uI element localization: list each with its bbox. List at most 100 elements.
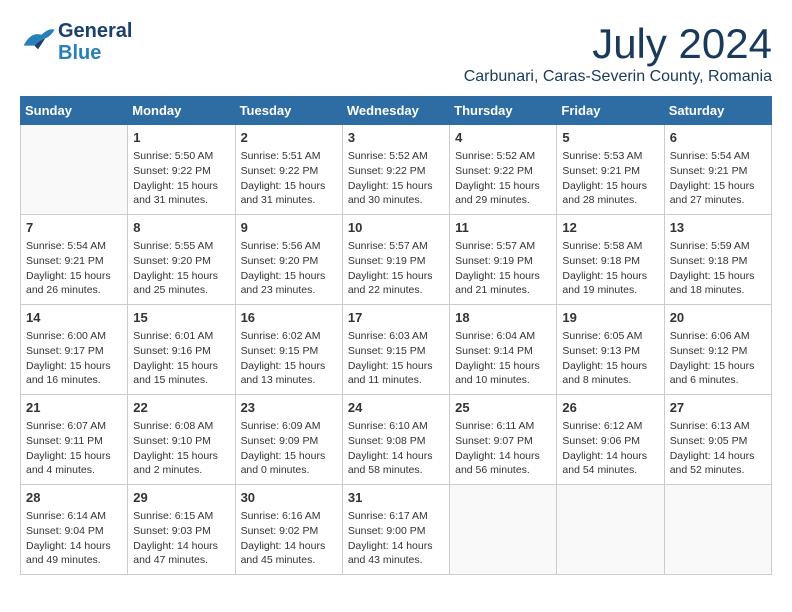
day-info-line: Sunrise: 6:03 AM	[348, 329, 444, 344]
day-info-line: Sunset: 9:13 PM	[562, 344, 658, 359]
day-info-line: Sunrise: 6:15 AM	[133, 509, 229, 524]
day-info-line: Sunrise: 6:07 AM	[26, 419, 122, 434]
day-info-line: Sunset: 9:17 PM	[26, 344, 122, 359]
calendar-cell: 20Sunrise: 6:06 AMSunset: 9:12 PMDayligh…	[664, 305, 771, 395]
day-number: 17	[348, 309, 444, 327]
calendar-cell	[557, 485, 664, 575]
day-info-line: and 16 minutes.	[26, 373, 122, 388]
day-number: 1	[133, 129, 229, 147]
day-info-line: Daylight: 15 hours	[670, 269, 766, 284]
day-number: 4	[455, 129, 551, 147]
calendar-cell: 22Sunrise: 6:08 AMSunset: 9:10 PMDayligh…	[128, 395, 235, 485]
day-info-line: and 21 minutes.	[455, 283, 551, 298]
day-info-line: and 31 minutes.	[241, 193, 337, 208]
day-info-line: Daylight: 15 hours	[241, 359, 337, 374]
day-info-line: Daylight: 15 hours	[133, 269, 229, 284]
day-info-line: Daylight: 15 hours	[241, 449, 337, 464]
day-info-line: Daylight: 15 hours	[670, 179, 766, 194]
day-info-line: Sunrise: 6:01 AM	[133, 329, 229, 344]
calendar-cell: 6Sunrise: 5:54 AMSunset: 9:21 PMDaylight…	[664, 125, 771, 215]
page-header: General Blue July 2024 Carbunari, Caras-…	[20, 20, 772, 86]
day-number: 18	[455, 309, 551, 327]
day-info-line: and 2 minutes.	[133, 463, 229, 478]
calendar-header: SundayMondayTuesdayWednesdayThursdayFrid…	[21, 97, 772, 125]
day-info-line: Sunrise: 6:06 AM	[670, 329, 766, 344]
calendar-cell: 27Sunrise: 6:13 AMSunset: 9:05 PMDayligh…	[664, 395, 771, 485]
day-info-line: Daylight: 15 hours	[133, 359, 229, 374]
day-info-line: and 54 minutes.	[562, 463, 658, 478]
day-info-line: and 23 minutes.	[241, 283, 337, 298]
day-info-line: and 45 minutes.	[241, 553, 337, 568]
day-info-line: Daylight: 15 hours	[348, 179, 444, 194]
calendar-cell: 10Sunrise: 5:57 AMSunset: 9:19 PMDayligh…	[342, 215, 449, 305]
day-info-line: Sunset: 9:22 PM	[133, 164, 229, 179]
day-info-line: Sunrise: 6:09 AM	[241, 419, 337, 434]
day-info-line: Sunset: 9:22 PM	[241, 164, 337, 179]
calendar-week-3: 14 Sunrise: 6:00 AMSunset: 9:17 PM Dayligh…	[21, 305, 772, 395]
day-number: 20	[670, 309, 766, 327]
calendar-cell: 18Sunrise: 6:04 AMSunset: 9:14 PMDayligh…	[450, 305, 557, 395]
calendar-week-2: 7Sunrise: 5:54 AMSunset: 9:21 PMDaylight…	[21, 215, 772, 305]
day-number: 15	[133, 309, 229, 327]
day-number: 19	[562, 309, 658, 327]
day-info-line: Daylight: 15 hours	[26, 269, 122, 284]
day-info-line: Daylight: 14 hours	[26, 539, 122, 554]
calendar-body: 1Sunrise: 5:50 AMSunset: 9:22 PMDaylight…	[21, 125, 772, 575]
day-info-line: Sunrise: 6:16 AM	[241, 509, 337, 524]
day-info-line: Sunrise: 5:50 AM	[133, 149, 229, 164]
calendar-cell: 3Sunrise: 5:52 AMSunset: 9:22 PMDaylight…	[342, 125, 449, 215]
day-info-line: Sunrise: 6:10 AM	[348, 419, 444, 434]
day-info-line: Daylight: 15 hours	[562, 359, 658, 374]
day-info-line: Daylight: 15 hours	[133, 449, 229, 464]
day-info-line: Sunrise: 5:59 AM	[670, 239, 766, 254]
day-info-line: Sunrise: 6:00 AM	[26, 329, 122, 344]
calendar-cell: 25Sunrise: 6:11 AMSunset: 9:07 PMDayligh…	[450, 395, 557, 485]
day-info-line: Sunrise: 6:12 AM	[562, 419, 658, 434]
day-info-line: Sunset: 9:18 PM	[562, 254, 658, 269]
weekday-header-row: SundayMondayTuesdayWednesdayThursdayFrid…	[21, 97, 772, 125]
day-info-line: Sunrise: 5:58 AM	[562, 239, 658, 254]
day-number: 12	[562, 219, 658, 237]
day-number: 5	[562, 129, 658, 147]
logo-bird-icon	[20, 24, 56, 60]
day-info-line: Daylight: 15 hours	[670, 359, 766, 374]
day-info-line: Sunset: 9:10 PM	[133, 434, 229, 449]
day-info-line: Sunset: 9:02 PM	[241, 524, 337, 539]
day-info-line: and 47 minutes.	[133, 553, 229, 568]
calendar-cell: 12Sunrise: 5:58 AMSunset: 9:18 PMDayligh…	[557, 215, 664, 305]
day-number: 14	[26, 309, 122, 327]
day-info-line: Sunset: 9:11 PM	[26, 434, 122, 449]
day-number: 6	[670, 129, 766, 147]
day-info-line: and 0 minutes.	[241, 463, 337, 478]
calendar-cell	[450, 485, 557, 575]
calendar-cell: 14Sunrise: 6:00 AMSunset: 9:17 PMDayligh…	[21, 305, 128, 395]
day-info-line: Daylight: 15 hours	[26, 449, 122, 464]
calendar-cell: 7Sunrise: 5:54 AMSunset: 9:21 PMDaylight…	[21, 215, 128, 305]
day-info-line: Sunrise: 5:53 AM	[562, 149, 658, 164]
calendar-cell: 17Sunrise: 6:03 AMSunset: 9:15 PMDayligh…	[342, 305, 449, 395]
calendar-cell: 4Sunrise: 5:52 AMSunset: 9:22 PMDaylight…	[450, 125, 557, 215]
day-info-line: Daylight: 15 hours	[241, 179, 337, 194]
day-info-line: and 27 minutes.	[670, 193, 766, 208]
weekday-header-wednesday: Wednesday	[342, 97, 449, 125]
calendar-cell: 24Sunrise: 6:10 AMSunset: 9:08 PMDayligh…	[342, 395, 449, 485]
day-info-line: and 19 minutes.	[562, 283, 658, 298]
day-number: 3	[348, 129, 444, 147]
day-number: 16	[241, 309, 337, 327]
day-info-line: Daylight: 15 hours	[348, 269, 444, 284]
calendar-cell: 15Sunrise: 6:01 AMSunset: 9:16 PMDayligh…	[128, 305, 235, 395]
day-info-line: Sunset: 9:21 PM	[26, 254, 122, 269]
calendar-cell: 8Sunrise: 5:55 AMSunset: 9:20 PMDaylight…	[128, 215, 235, 305]
day-info-line: Sunrise: 5:51 AM	[241, 149, 337, 164]
day-info-line: Daylight: 14 hours	[455, 449, 551, 464]
calendar-cell: 31Sunrise: 6:17 AMSunset: 9:00 PMDayligh…	[342, 485, 449, 575]
day-info-line: and 22 minutes.	[348, 283, 444, 298]
day-info-line: and 58 minutes.	[348, 463, 444, 478]
day-number: 2	[241, 129, 337, 147]
day-number: 21	[26, 399, 122, 417]
title-block: July 2024 Carbunari, Caras-Severin Count…	[464, 20, 772, 86]
day-number: 27	[670, 399, 766, 417]
day-number: 10	[348, 219, 444, 237]
day-info-line: and 56 minutes.	[455, 463, 551, 478]
day-info-line: Daylight: 15 hours	[455, 179, 551, 194]
